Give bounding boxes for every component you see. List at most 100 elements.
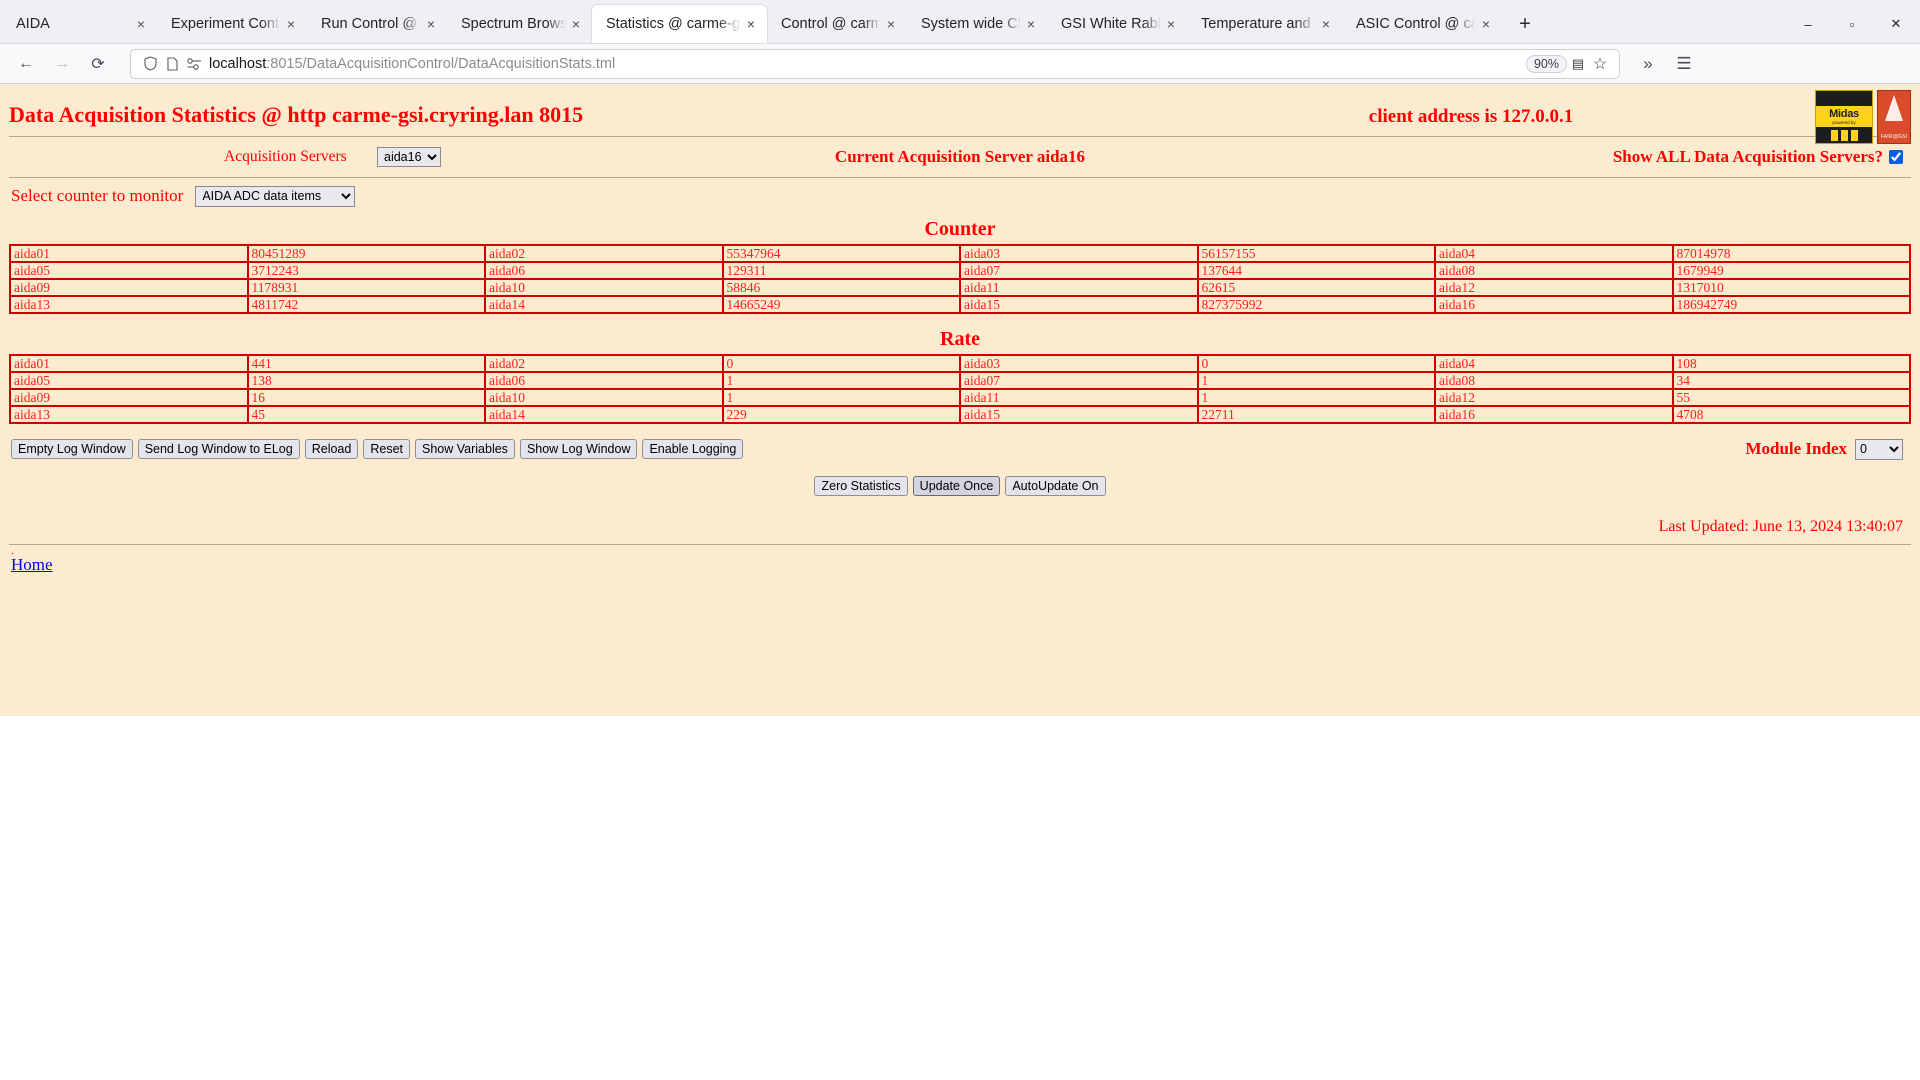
url-text[interactable]: localhost:8015/DataAcquisitionControl/Da… (205, 56, 1520, 72)
tab-title: ASIC Control @ carme-gsi (1356, 16, 1476, 32)
shield-icon[interactable] (139, 56, 161, 71)
server-name-cell: aida06 (484, 371, 724, 390)
tab-close-icon[interactable]: × (281, 14, 301, 34)
show-all-servers-group: Show ALL Data Acquisition Servers? (1613, 147, 1903, 167)
server-value-cell: 55 (1671, 388, 1911, 407)
server-name-cell: aida02 (484, 244, 724, 263)
window-close-button[interactable]: ✕ (1874, 5, 1918, 43)
window-minimize-button[interactable]: – (1786, 5, 1830, 43)
counter-select-row: Select counter to monitor AIDA ADC data … (9, 178, 1911, 214)
toolbar-right: » ☰ (1630, 49, 1702, 79)
tab-title: Statistics @ carme-gsi (606, 16, 741, 32)
server-name-cell: aida11 (959, 388, 1199, 407)
back-icon[interactable]: ← (10, 49, 42, 79)
server-name-cell: aida14 (484, 295, 724, 314)
tab-bar: AIDA×Experiment Control @ carme-gsi×Run … (0, 0, 1920, 44)
new-tab-button[interactable]: + (1508, 7, 1542, 41)
footer-dot: . (11, 545, 14, 557)
server-value-cell: 45 (246, 405, 486, 424)
zoom-level-badge[interactable]: 90% (1525, 54, 1567, 73)
log-action-button[interactable]: Show Log Window (519, 439, 638, 459)
server-name-cell: aida10 (484, 278, 724, 297)
server-name-cell: aida09 (9, 278, 249, 297)
client-address: client address is 127.0.0.1 (1368, 106, 1574, 127)
reload-icon[interactable]: ⟳ (82, 49, 114, 79)
acquisition-servers-row: Acquisition Servers aida01aida02aida03ai… (9, 137, 1911, 177)
counter-select[interactable]: AIDA ADC data itemsAIDA ADC data rateAID… (195, 185, 356, 207)
browser-tab[interactable]: Experiment Control @ carme-gsi× (157, 5, 307, 43)
log-action-button[interactable]: Show Variables (415, 439, 515, 459)
window-maximize-button[interactable]: ▫ (1830, 5, 1874, 43)
tab-title: Spectrum Browser @ carme-gsi (461, 16, 566, 32)
tab-close-icon[interactable]: × (1161, 14, 1181, 34)
tab-close-icon[interactable]: × (741, 14, 761, 34)
midas-logo-top (1816, 91, 1872, 106)
control-button[interactable]: Zero Statistics (814, 476, 908, 496)
tab-close-icon[interactable]: × (566, 14, 586, 34)
last-updated-text: Last Updated: June 13, 2024 13:40:07 (1658, 518, 1903, 535)
counter-table: aida01 80451289 aida02 55347964 aida03 561571… (9, 244, 1911, 314)
browser-tab[interactable]: AIDA × (2, 5, 157, 43)
reader-icon[interactable] (161, 56, 183, 71)
server-value-cell: 16 (246, 388, 486, 407)
log-action-button[interactable]: Enable Logging (642, 439, 744, 459)
control-button[interactable]: Update Once (912, 476, 1001, 496)
tab-title: AIDA (16, 16, 50, 32)
server-name-cell: aida05 (9, 371, 249, 390)
page-title: Data Acquisition Statistics @ http carme… (9, 102, 584, 127)
server-value-cell: 56157155 (1196, 244, 1436, 263)
server-name-cell: aida07 (959, 371, 1199, 390)
browser-tab[interactable]: GSI White Rabbit Timing× (1047, 5, 1187, 43)
tab-title: Temperature and status (1201, 16, 1316, 32)
server-name-cell: aida06 (484, 261, 724, 280)
server-value-cell: 1317010 (1671, 278, 1911, 297)
home-link[interactable]: Home (9, 555, 53, 574)
acquisition-server-select[interactable]: aida01aida02aida03aida04aida05aida06aida… (377, 147, 441, 167)
rate-table: aida01 441 aida02 0 aida03 0 aida04 108 aida05 13… (9, 354, 1911, 424)
forward-icon[interactable]: → (46, 49, 78, 79)
permissions-icon[interactable] (183, 57, 205, 70)
overflow-menu-icon[interactable]: » (1632, 49, 1664, 79)
counter-table-title: Counter (924, 218, 996, 240)
server-value-cell: 22711 (1196, 405, 1436, 424)
tab-close-icon[interactable]: × (1476, 14, 1496, 34)
show-all-servers-checkbox[interactable] (1889, 150, 1903, 164)
server-value-cell: 1679949 (1671, 261, 1911, 280)
log-action-button[interactable]: Send Log Window to ELog (137, 439, 300, 459)
navigation-toolbar: ← → ⟳ localhost:8015/DataAcquisitionCont… (0, 44, 1920, 84)
control-button[interactable]: AutoUpdate On (1005, 476, 1106, 496)
window-controls: – ▫ ✕ (1786, 5, 1918, 43)
module-index-select[interactable]: 0123 (1855, 438, 1903, 460)
app-menu-icon[interactable]: ☰ (1668, 49, 1700, 79)
table-row: aida09 16 aida10 1 aida11 1 aida12 55 (9, 388, 1911, 407)
server-name-cell: aida01 (9, 354, 249, 373)
tab-close-icon[interactable]: × (1316, 14, 1336, 34)
server-name-cell: aida04 (1434, 244, 1674, 263)
server-value-cell: 14665249 (721, 295, 961, 314)
tab-close-icon[interactable]: × (1021, 14, 1041, 34)
log-action-button[interactable]: Empty Log Window (11, 439, 133, 459)
control-button-row: Zero Statistics Update Once AutoUpdate On (9, 462, 1911, 496)
server-value-cell: 0 (721, 354, 961, 373)
browser-tab[interactable]: Control @ carme-gsi× (767, 5, 907, 43)
log-action-button[interactable]: Reload (304, 439, 359, 459)
fair-logo: FAIR@GSI (1877, 90, 1911, 144)
browser-tab[interactable]: Temperature and status× (1187, 5, 1342, 43)
browser-tab[interactable]: System wide Checks (carme× (907, 5, 1047, 43)
save-to-pocket-icon[interactable]: ▤ (1567, 56, 1589, 72)
log-action-button[interactable]: Reset (363, 439, 410, 459)
url-bar[interactable]: localhost:8015/DataAcquisitionControl/Da… (130, 48, 1620, 79)
browser-tab[interactable]: Run Control @ carme-gsi× (307, 5, 447, 43)
browser-tab[interactable]: Statistics @ carme-gsi × (592, 5, 767, 43)
server-name-cell: aida13 (9, 405, 249, 424)
bookmark-star-icon[interactable]: ☆ (1589, 54, 1611, 74)
server-value-cell: 1 (1196, 371, 1436, 390)
browser-tab[interactable]: ASIC Control @ carme-gsi× (1342, 5, 1502, 43)
tab-title: Control @ carme-gsi (781, 16, 881, 32)
tab-close-icon[interactable]: × (131, 14, 151, 34)
server-value-cell: 55347964 (721, 244, 961, 263)
counter-select-label: Select counter to monitor (11, 186, 184, 205)
tab-close-icon[interactable]: × (881, 14, 901, 34)
browser-tab[interactable]: Spectrum Browser @ carme-gsi× (447, 5, 592, 43)
tab-close-icon[interactable]: × (421, 14, 441, 34)
